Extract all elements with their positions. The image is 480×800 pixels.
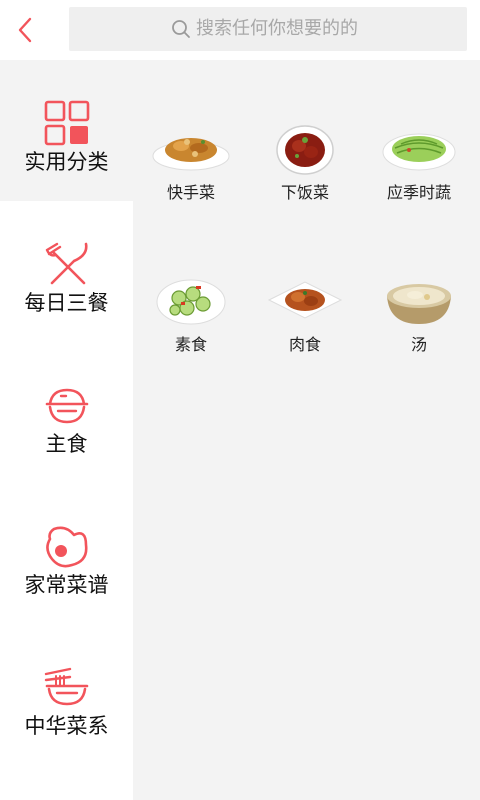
food-item-soup[interactable]: 汤: [361, 272, 477, 372]
sidebar-item-staple-food[interactable]: 主食: [0, 342, 133, 483]
rice-dish-image: [276, 125, 334, 175]
seasonal-vegetable-image: [382, 133, 456, 171]
sidebar-item-three-meals[interactable]: 每日三餐: [0, 201, 133, 342]
grid-icon: [44, 100, 89, 146]
search-icon: [172, 20, 190, 38]
sidebar-item-label: 实用分类: [24, 150, 109, 174]
food-item-label: 肉食: [288, 335, 321, 354]
fork-knife-icon: [45, 242, 88, 285]
fried-egg-icon: [45, 526, 88, 568]
food-item-quick-dish[interactable]: 快手菜: [133, 120, 249, 220]
sidebar-item-label: 主食: [45, 432, 88, 456]
category-sidebar: 实用分类 每日三餐 主食 家常菜谱 中华菜系: [0, 60, 133, 800]
header-bar: 搜索任何你想要的的: [0, 0, 480, 60]
rice-bowl-icon: [45, 388, 88, 424]
food-item-seasonal-vegetable[interactable]: 应季时蔬: [361, 120, 477, 220]
category-content: 快手菜 下饭菜 应季时蔬 素食 肉食 汤: [133, 60, 480, 800]
soup-image: [387, 284, 451, 324]
search-input[interactable]: 搜索任何你想要的的: [69, 7, 467, 51]
food-item-label: 快手菜: [166, 183, 215, 202]
vegetarian-dish-image: [156, 279, 226, 325]
sidebar-item-chinese-cuisine[interactable]: 中华菜系: [0, 624, 133, 765]
sidebar-item-practical-categories[interactable]: 实用分类: [0, 60, 133, 201]
sidebar-item-label: 每日三餐: [24, 291, 109, 315]
food-item-label: 素食: [174, 335, 207, 354]
back-arrow-icon: [18, 17, 32, 43]
noodle-bowl-icon: [44, 667, 88, 706]
food-item-meat[interactable]: 肉食: [247, 272, 363, 372]
app-root: 搜索任何你想要的的 实用分类 每日三餐 主食 家常菜谱 中华菜系 快手菜 下饭菜…: [0, 0, 480, 800]
food-item-label: 下饭菜: [280, 183, 329, 202]
sidebar-item-label: 中华菜系: [24, 714, 109, 738]
food-item-vegetarian[interactable]: 素食: [133, 272, 249, 372]
back-button[interactable]: [0, 0, 50, 60]
search-placeholder: 搜索任何你想要的的: [196, 18, 358, 39]
sidebar-item-home-recipes[interactable]: 家常菜谱: [0, 483, 133, 624]
food-item-label: 应季时蔬: [386, 183, 451, 202]
food-item-label: 汤: [410, 335, 427, 354]
meat-dish-image: [267, 281, 343, 319]
quick-dish-image: [152, 138, 230, 171]
sidebar-item-label: 家常菜谱: [24, 573, 109, 597]
food-item-rice-dish[interactable]: 下饭菜: [247, 120, 363, 220]
